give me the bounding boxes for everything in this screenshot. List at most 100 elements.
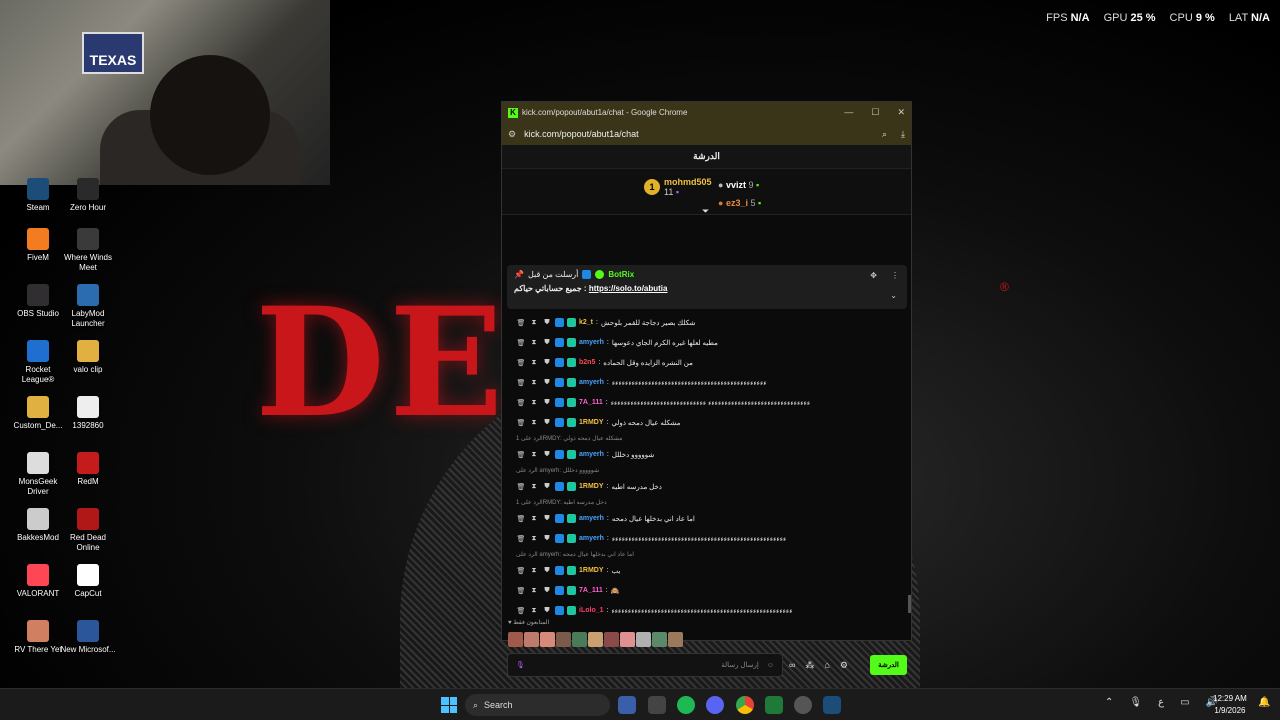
delete-icon[interactable]: 🗑 xyxy=(516,607,526,615)
viewer-avatar[interactable] xyxy=(588,632,603,647)
ban-icon[interactable]: ⛊ xyxy=(542,587,552,595)
desktop-icon[interactable]: Rocket League® xyxy=(10,340,66,385)
taskbar-clock[interactable]: 12:29 AM 1/9/2026 xyxy=(1213,693,1247,717)
timeout-icon[interactable]: ⧗ xyxy=(529,483,539,491)
timeout-icon[interactable]: ⧗ xyxy=(529,319,539,327)
delete-icon[interactable]: 🗑 xyxy=(516,399,526,407)
download-icon[interactable]: ⤓ xyxy=(901,129,905,140)
desktop-icon[interactable]: Steam xyxy=(10,178,66,213)
url-text[interactable]: kick.com/popout/abut1a/chat xyxy=(524,129,639,139)
viewer-avatar[interactable] xyxy=(524,632,539,647)
timeout-icon[interactable]: ⧗ xyxy=(529,535,539,543)
chat-message[interactable]: 🗑 ⧗ ⛊ 1RMDY: مشكله عيال دمحه ذولي xyxy=(502,415,907,430)
delete-icon[interactable]: 🗑 xyxy=(516,379,526,387)
notification-bell-icon[interactable]: 🔔 xyxy=(1258,697,1270,708)
timeout-icon[interactable]: ⧗ xyxy=(529,587,539,595)
obs-icon[interactable] xyxy=(794,696,812,714)
send-chat-button[interactable]: الدرشة xyxy=(870,655,907,675)
chat-message[interactable]: 🗑 ⧗ ⛊ b2n5: من النشره الزايده وقل الحماده xyxy=(502,355,907,370)
chrome-icon[interactable] xyxy=(736,696,754,714)
minimize-icon[interactable]: — xyxy=(844,107,853,118)
viewer-avatar[interactable] xyxy=(604,632,619,647)
chevron-up-icon[interactable]: ⌃ xyxy=(1105,697,1113,708)
chat-username[interactable]: amyerh xyxy=(579,339,604,346)
timeout-icon[interactable]: ⧗ xyxy=(529,379,539,387)
desktop-icon[interactable]: FiveM xyxy=(10,228,66,263)
emoji-icon[interactable]: ☺ xyxy=(767,662,774,669)
desktop-icon[interactable]: VALORANT xyxy=(10,564,66,599)
timeout-icon[interactable]: ⧗ xyxy=(529,607,539,615)
chat-username[interactable]: iLolo_1 xyxy=(579,607,604,614)
desktop-icon[interactable]: CapCut xyxy=(60,564,116,599)
delete-icon[interactable]: 🗑 xyxy=(516,451,526,459)
reply-context[interactable]: الرد على 1RMDY: دخل مدرسه اطيه xyxy=(502,499,907,511)
chat-message[interactable]: 🗑 ⧗ ⛊ iLolo_1: ءءءءءءءءءءءءءءءءءءءءءءءءءءءءء… xyxy=(502,603,907,615)
microphone-icon[interactable]: 🎙 xyxy=(516,661,525,669)
chat-message[interactable]: 🗑 ⧗ ⛊ amyerh: ءءءءءءءءءءءءءءءءءءءءءءءءءءءءءء… xyxy=(502,531,907,546)
infinity-icon[interactable]: ∞ xyxy=(789,660,795,671)
chat-message[interactable]: 🗑 ⧗ ⛊ 1RMDY: دخل مدرسه اطيه xyxy=(502,479,907,494)
ban-icon[interactable]: ⛊ xyxy=(542,339,552,347)
timeout-icon[interactable]: ⧗ xyxy=(529,359,539,367)
ban-icon[interactable]: ⛊ xyxy=(542,483,552,491)
viewer-avatar[interactable] xyxy=(540,632,555,647)
chat-username[interactable]: amyerh xyxy=(579,379,604,386)
desktop-icon[interactable]: 1392860 xyxy=(60,396,116,431)
chat-message[interactable]: 🗑 ⧗ ⛊ amyerh: اما عاد اني بدخلها عيال دمحه xyxy=(502,511,907,526)
network-icon[interactable]: ▭ xyxy=(1180,697,1189,708)
chat-username[interactable]: amyerh xyxy=(579,535,604,542)
delete-icon[interactable]: 🗑 xyxy=(516,567,526,575)
chat-message[interactable]: 🗑 ⧗ ⛊ 1RMDY: يب xyxy=(502,563,907,578)
store-icon[interactable]: ⌂ xyxy=(824,660,829,671)
delete-icon[interactable]: 🗑 xyxy=(516,587,526,595)
more-options-icon[interactable]: ⋮ xyxy=(891,271,899,280)
viewer-avatar[interactable] xyxy=(620,632,635,647)
delete-icon[interactable]: 🗑 xyxy=(516,339,526,347)
desktop-icon[interactable]: BakkesMod xyxy=(10,508,66,543)
window-titlebar[interactable]: K kick.com/popout/abut1a/chat - Google C… xyxy=(502,102,911,123)
discord-icon[interactable] xyxy=(706,696,724,714)
address-bar[interactable]: ⚙ kick.com/popout/abut1a/chat ⌕ ⤓ xyxy=(502,123,911,145)
ban-icon[interactable]: ⛊ xyxy=(542,419,552,427)
delete-icon[interactable]: 🗑 xyxy=(516,359,526,367)
leader-others[interactable]: ● vvizt 9 ▪ ● ez3_i 5 ▪ xyxy=(718,176,761,212)
collapse-leaderboard-icon[interactable]: ⏷ xyxy=(702,206,709,217)
maximize-icon[interactable]: ☐ xyxy=(871,107,879,118)
chat-username[interactable]: 7A_111 xyxy=(579,399,603,406)
delete-icon[interactable]: 🗑 xyxy=(516,515,526,523)
timeout-icon[interactable]: ⧗ xyxy=(529,419,539,427)
leader-third[interactable]: ● ez3_i 5 ▪ xyxy=(718,194,761,212)
desktop-icon[interactable]: valo clip xyxy=(60,340,116,375)
site-info-icon[interactable]: ⚙ xyxy=(508,129,516,140)
timeout-icon[interactable]: ⧗ xyxy=(529,567,539,575)
chat-username[interactable]: b2n5 xyxy=(579,359,595,366)
taskbar-app-icon[interactable] xyxy=(618,696,636,714)
start-button[interactable] xyxy=(441,697,457,713)
ban-icon[interactable]: ⛊ xyxy=(542,319,552,327)
chat-username[interactable]: k2_t xyxy=(579,319,593,326)
chat-username[interactable]: amyerh xyxy=(579,515,604,522)
reply-context[interactable]: الرد على 1RMDY: مشكله عيال دمحه ذولي xyxy=(502,435,907,447)
taskbar-search[interactable]: ⌕ Search xyxy=(465,694,610,716)
language-indicator[interactable]: ع xyxy=(1158,697,1164,708)
pinned-author[interactable]: BotRix xyxy=(608,270,634,279)
chat-username[interactable]: 1RMDY xyxy=(579,419,604,426)
timeout-icon[interactable]: ⧗ xyxy=(529,399,539,407)
chat-messages[interactable]: 🗑 ⧗ ⛊ k2_t: شكلك بصير دجاجة للقمر بلوحش 🗑 ⧗ ⛊ am… xyxy=(502,315,907,615)
desktop-icon[interactable]: Where Winds Meet xyxy=(60,228,116,273)
close-icon[interactable]: ✕ xyxy=(897,107,905,118)
ban-icon[interactable]: ⛊ xyxy=(542,359,552,367)
timeout-icon[interactable]: ⧗ xyxy=(529,339,539,347)
settings-icon[interactable]: ⚙ xyxy=(840,660,848,671)
spotify-icon[interactable] xyxy=(677,696,695,714)
desktop-icon[interactable]: RV There Yet xyxy=(10,620,66,655)
microphone-tray-icon[interactable]: 🎙 xyxy=(1129,697,1142,708)
desktop-icon[interactable]: OBS Studio xyxy=(10,284,66,319)
delete-icon[interactable]: 🗑 xyxy=(516,483,526,491)
chevron-down-icon[interactable]: ⌄ xyxy=(890,291,897,300)
ban-icon[interactable]: ⛊ xyxy=(542,379,552,387)
chat-message[interactable]: 🗑 ⧗ ⛊ k2_t: شكلك بصير دجاجة للقمر بلوحش xyxy=(502,315,907,330)
chat-username[interactable]: 1RMDY xyxy=(579,567,604,574)
viewer-avatar[interactable] xyxy=(652,632,667,647)
ban-icon[interactable]: ⛊ xyxy=(542,567,552,575)
